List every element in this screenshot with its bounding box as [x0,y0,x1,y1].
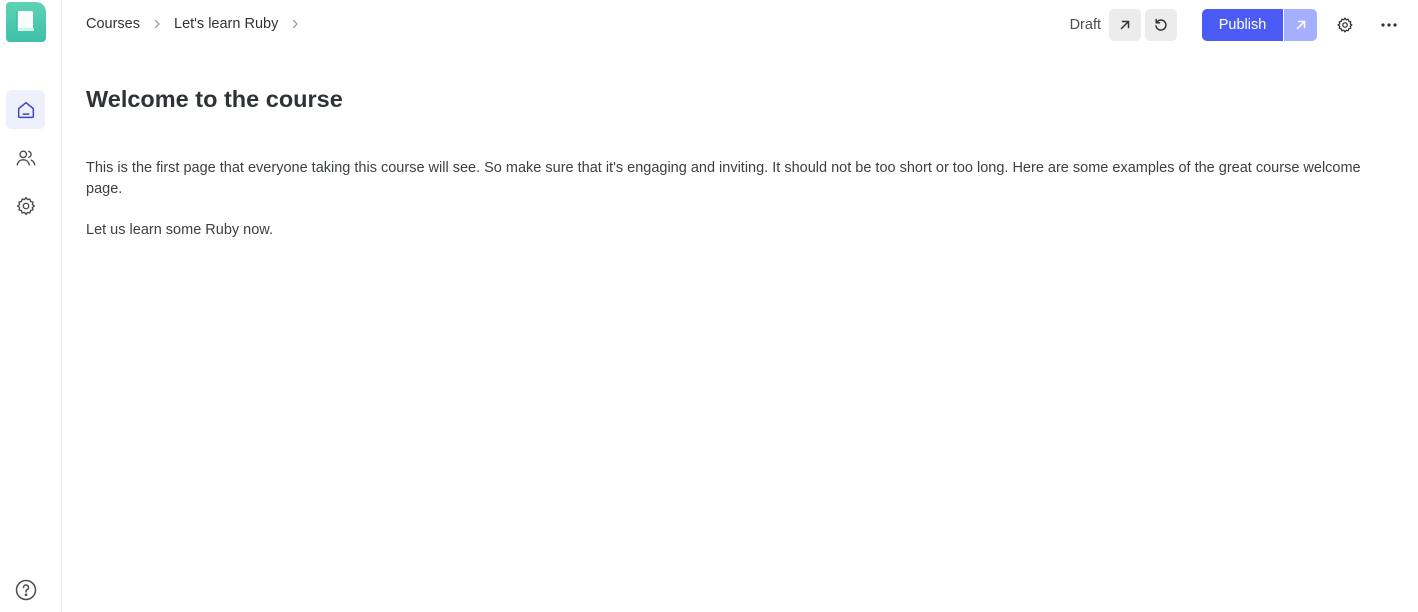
page-settings-button[interactable] [1329,9,1361,41]
publish-preview-button[interactable] [1284,9,1317,41]
publish-group: Publish [1202,9,1317,41]
more-horizontal-icon [1381,23,1397,27]
app-logo[interactable] [6,2,46,42]
sidebar-item-home[interactable] [6,90,45,129]
gear-icon [1337,17,1353,33]
undo-icon [1155,18,1167,31]
book-icon [16,11,34,31]
preview-button[interactable] [1109,9,1141,41]
body-paragraph[interactable]: Let us learn some Ruby now. [86,220,1386,241]
arrow-up-right-icon [1296,20,1305,30]
gear-icon [16,196,35,215]
more-options-button[interactable] [1373,9,1405,41]
chevron-right-icon[interactable] [290,19,300,29]
body-paragraph[interactable]: This is the first page that everyone tak… [86,158,1386,200]
page-content: Welcome to the course This is the first … [86,84,1386,241]
header-actions: Draft Publish [1070,9,1418,41]
publish-button[interactable]: Publish [1202,9,1283,41]
breadcrumb-course[interactable]: Let's learn Ruby [174,16,278,32]
sidebar [0,0,62,612]
help-button[interactable] [6,570,45,609]
chevron-right-icon [152,19,162,29]
help-icon [15,579,36,600]
arrow-up-right-icon [1120,20,1130,30]
users-icon [16,149,35,166]
sidebar-item-settings[interactable] [6,186,45,225]
revert-button[interactable] [1145,9,1177,41]
status-label: Draft [1069,17,1101,33]
app-window: Courses Let's learn Ruby Draft Publish W… [0,0,1418,612]
sidebar-item-users[interactable] [6,138,45,177]
home-icon [17,101,34,118]
breadcrumb-courses[interactable]: Courses [86,16,140,32]
top-bar: Courses Let's learn Ruby Draft Publish [62,0,1418,50]
breadcrumb: Courses Let's learn Ruby [86,16,312,32]
page-title[interactable]: Welcome to the course [86,84,1386,114]
